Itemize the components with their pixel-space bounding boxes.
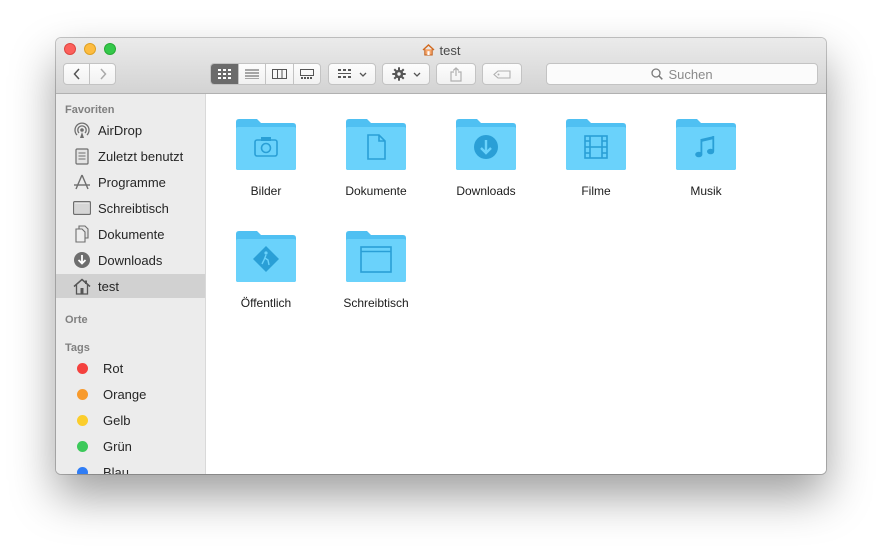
locations-header: Orte — [65, 314, 88, 326]
gallery-view-button[interactable] — [292, 64, 321, 84]
applications-icon — [72, 172, 92, 192]
finder-window: test Suchen Favoriten AirDrop Zuletzt be… — [56, 38, 826, 474]
home-icon — [72, 276, 92, 296]
chevron-down-icon — [359, 72, 366, 77]
sidebar-item-airdrop[interactable]: AirDrop — [56, 118, 205, 142]
chevron-left-icon — [72, 68, 80, 80]
sidebar-tag-yellow[interactable]: Gelb — [56, 408, 205, 432]
folder-oeffentlich[interactable]: Öffentlich — [211, 216, 321, 316]
icon-view-icon — [217, 69, 231, 79]
sidebar-item-label: Rot — [103, 360, 124, 376]
share-button[interactable] — [436, 63, 476, 85]
folder-icon — [346, 119, 406, 170]
sidebar-item-label: Orange — [103, 386, 147, 402]
downloads-icon — [72, 250, 92, 270]
icon-view-button[interactable] — [211, 64, 239, 84]
folder-label: Bilder — [250, 184, 282, 198]
sidebar-item-label: Dokumente — [98, 226, 165, 242]
sidebar-item-label: AirDrop — [98, 122, 143, 138]
folder-filme[interactable]: Filme — [541, 104, 651, 204]
folder-icon — [236, 119, 296, 170]
gallery-view-icon — [299, 69, 314, 79]
chevron-down-icon — [413, 72, 420, 77]
sidebar-tag-red[interactable]: Rot — [56, 356, 205, 380]
sidebar-item-label: Schreibtisch — [98, 200, 169, 216]
folder-icon — [456, 119, 516, 170]
tag-icon — [493, 69, 511, 79]
back-button[interactable] — [64, 64, 89, 84]
sidebar-item-documents[interactable]: Dokumente — [56, 222, 205, 246]
tag-color-dot — [77, 466, 88, 474]
sidebar-item-label: Programme — [98, 174, 166, 190]
folder-label: Dokumente — [345, 184, 407, 198]
sidebar: Favoriten AirDrop Zuletzt benutzt Progra… — [56, 94, 206, 474]
search-placeholder: Suchen — [668, 66, 713, 82]
home-icon — [422, 44, 434, 56]
sidebar-item-recents[interactable]: Zuletzt benutzt — [56, 144, 205, 168]
folder-label: Öffentlich — [240, 296, 292, 310]
tag-color-dot — [77, 388, 88, 400]
search-field[interactable]: Suchen — [546, 63, 818, 85]
recents-icon — [72, 146, 92, 166]
sidebar-item-label: test — [98, 278, 119, 294]
chevron-right-icon — [99, 68, 107, 80]
tag-button[interactable] — [482, 63, 522, 85]
tag-color-dot — [77, 414, 88, 426]
sidebar-item-label: Zuletzt benutzt — [98, 148, 184, 164]
forward-button[interactable] — [89, 64, 115, 84]
folder-icon — [236, 231, 296, 282]
view-mode-control — [210, 63, 321, 85]
sidebar-tag-blue[interactable]: Blau — [56, 460, 205, 475]
tag-color-dot — [77, 440, 88, 452]
folder-bilder[interactable]: Bilder — [211, 104, 321, 204]
window-title-text: test — [439, 42, 461, 58]
sidebar-item-label: Blau — [103, 464, 130, 475]
sidebar-tag-orange[interactable]: Orange — [56, 382, 205, 406]
gear-icon — [391, 67, 406, 81]
nav-buttons — [63, 63, 116, 85]
folder-label: Downloads — [456, 184, 516, 198]
documents-icon — [72, 224, 92, 244]
group-button[interactable] — [328, 63, 376, 85]
folder-label: Filme — [581, 184, 611, 198]
list-view-button[interactable] — [238, 64, 265, 84]
desktop-icon — [72, 198, 92, 218]
folder-label: Schreibtisch — [343, 296, 409, 310]
sidebar-item-label: Downloads — [98, 252, 163, 268]
title-bar: test Suchen — [56, 38, 826, 94]
folder-icon — [676, 119, 736, 170]
sidebar-tag-green[interactable]: Grün — [56, 434, 205, 458]
sidebar-item-label: Grün — [103, 438, 132, 454]
column-view-icon — [271, 69, 287, 79]
sidebar-item-home[interactable]: test — [56, 274, 205, 298]
folder-schreibtisch[interactable]: Schreibtisch — [321, 216, 431, 316]
tag-color-dot — [77, 362, 88, 374]
folder-icon — [346, 231, 406, 282]
folder-dokumente[interactable]: Dokumente — [321, 104, 431, 204]
tags-header: Tags — [65, 342, 90, 354]
download-arrow-icon — [474, 135, 498, 159]
window-title: test — [56, 42, 826, 58]
sidebar-item-label: Gelb — [103, 412, 131, 428]
folder-icon — [566, 119, 626, 170]
list-view-icon — [245, 69, 260, 79]
group-icon — [337, 69, 351, 78]
sidebar-item-desktop[interactable]: Schreibtisch — [56, 196, 205, 220]
favorites-header: Favoriten — [65, 104, 115, 116]
folder-downloads[interactable]: Downloads — [431, 104, 541, 204]
search-icon — [651, 68, 664, 80]
file-browser: Bilder Dokumente Downloads Filme Musik Ö… — [206, 94, 826, 474]
action-button[interactable] — [382, 63, 430, 85]
sidebar-item-downloads[interactable]: Downloads — [56, 248, 205, 272]
share-icon — [450, 66, 462, 82]
sidebar-item-applications[interactable]: Programme — [56, 170, 205, 194]
airdrop-icon — [72, 120, 92, 140]
folder-label: Musik — [690, 184, 722, 198]
column-view-button[interactable] — [265, 64, 293, 84]
folder-musik[interactable]: Musik — [651, 104, 761, 204]
